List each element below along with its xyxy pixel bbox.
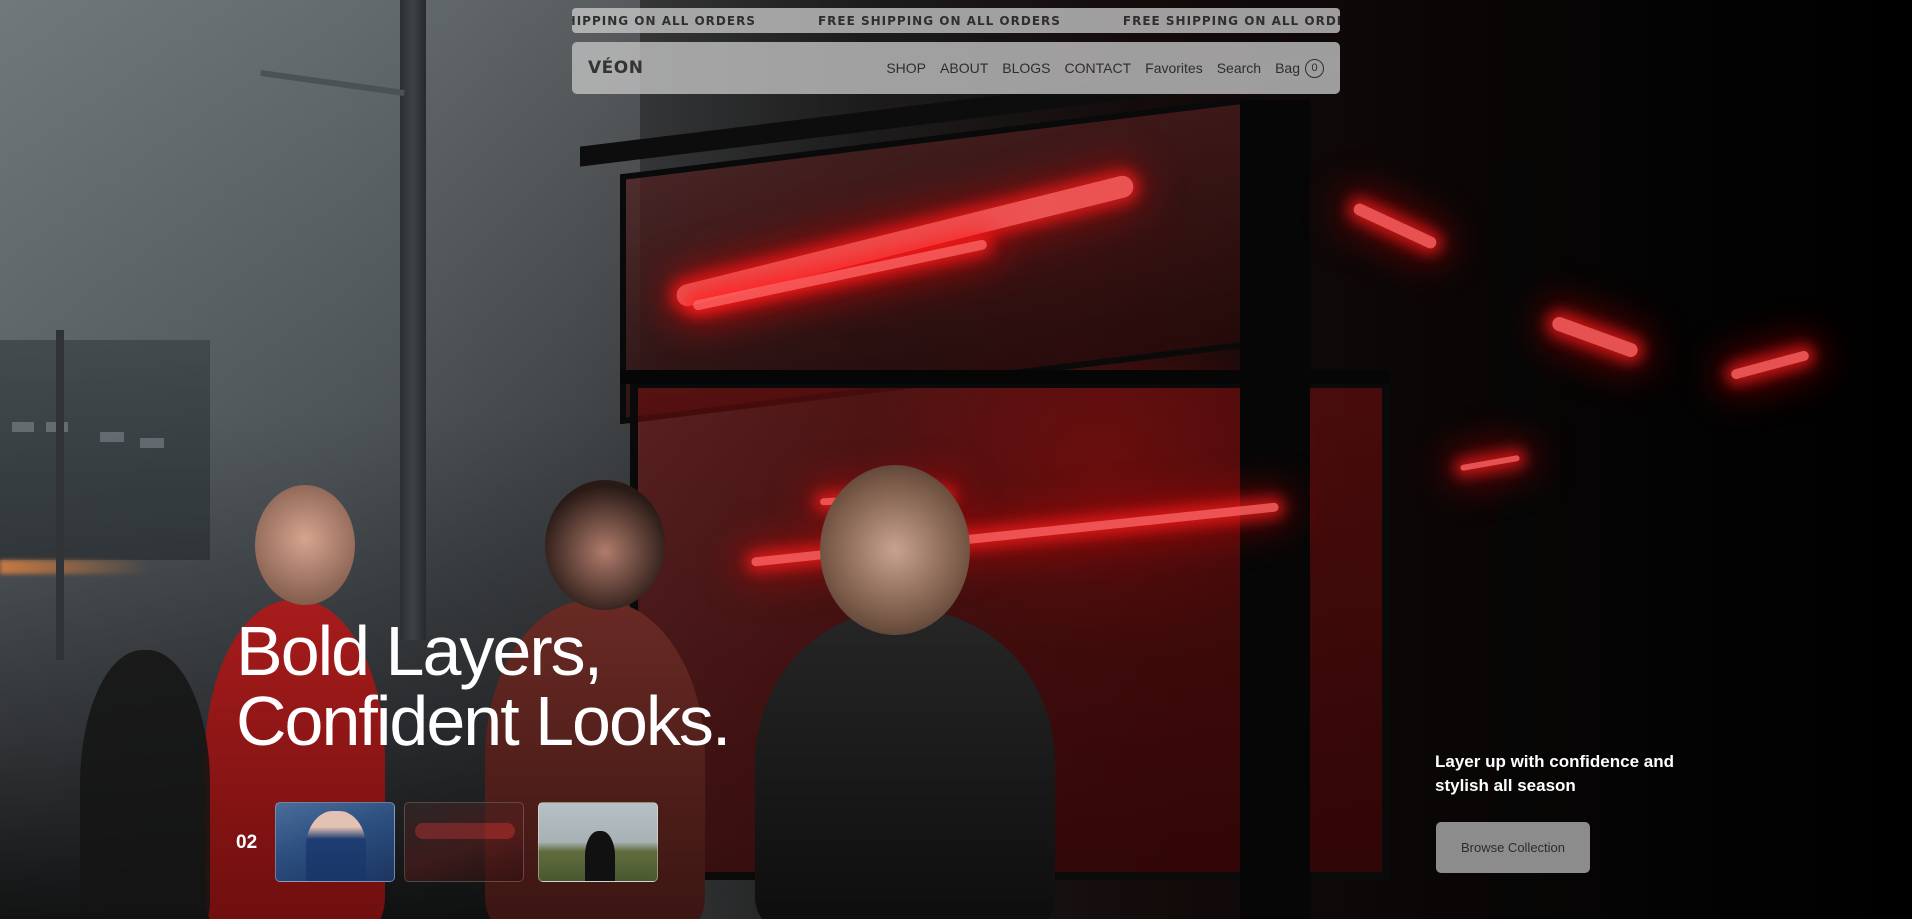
brand-logo[interactable]: VÉON <box>588 58 643 78</box>
model-curly-hair-head <box>545 480 665 610</box>
pedestrians-silhouette <box>80 650 210 919</box>
street-light-glow <box>0 560 150 574</box>
slide-counter: 02 <box>236 832 258 853</box>
nav-link-blogs[interactable]: BLOGS <box>1002 60 1050 76</box>
announcement-bar: FREE SHIPPING ON ALL ORDERS FREE SHIPPIN… <box>572 8 1340 33</box>
street-pole-small <box>56 330 64 660</box>
announcement-item: FREE SHIPPING ON ALL ORDERS <box>1122 13 1340 28</box>
hero-headline: Bold Layers, Confident Looks. <box>236 616 856 756</box>
nav-link-favorites[interactable]: Favorites <box>1145 60 1203 76</box>
person-covering-face-icon <box>306 811 366 881</box>
model-sunglasses-head <box>820 465 970 635</box>
neon-street-icon <box>415 823 515 839</box>
bag-button[interactable]: Bag 0 <box>1275 58 1324 78</box>
slider-thumbnail-3[interactable] <box>538 802 658 882</box>
model-red-coat-head <box>255 485 355 605</box>
nav-links: SHOP ABOUT BLOGS CONTACT Favorites Searc… <box>886 58 1324 78</box>
slider-thumbnail-2[interactable] <box>404 802 524 882</box>
hero-tagline: Layer up with confidence and stylish all… <box>1435 752 1674 795</box>
browse-collection-button[interactable]: Browse Collection <box>1436 822 1590 873</box>
street-pole <box>400 0 426 640</box>
nav-link-contact[interactable]: CONTACT <box>1065 60 1132 76</box>
announcement-marquee: FREE SHIPPING ON ALL ORDERS FREE SHIPPIN… <box>572 14 1340 28</box>
bag-count-badge: 0 <box>1305 58 1324 78</box>
nav-link-search[interactable]: Search <box>1217 60 1261 76</box>
nav-link-shop[interactable]: SHOP <box>886 60 926 76</box>
background-building <box>0 340 210 560</box>
announcement-item: FREE SHIPPING ON ALL ORDERS <box>572 13 756 28</box>
bag-label: Bag <box>1275 60 1300 76</box>
slider-thumbnail-1[interactable] <box>275 802 395 882</box>
hero-headline-line-1: Bold Layers, <box>236 612 603 690</box>
announcement-item: FREE SHIPPING ON ALL ORDERS <box>817 13 1061 28</box>
main-navbar: VÉON SHOP ABOUT BLOGS CONTACT Favorites … <box>572 42 1340 94</box>
hero-headline-line-2: Confident Looks. <box>236 682 731 760</box>
nav-link-about[interactable]: ABOUT <box>940 60 988 76</box>
figure-in-field-icon <box>585 831 615 881</box>
